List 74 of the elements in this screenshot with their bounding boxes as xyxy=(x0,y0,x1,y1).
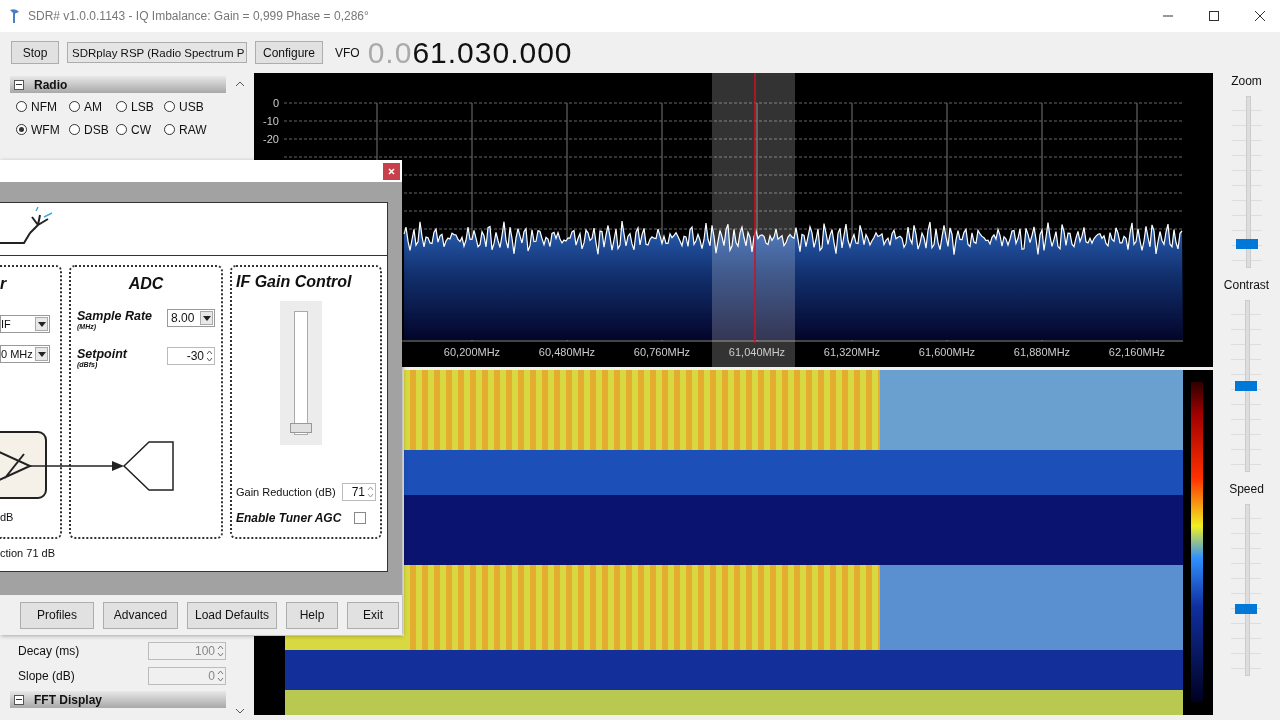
vfo-label: VFO xyxy=(335,45,360,60)
configure-button[interactable]: Configure xyxy=(255,41,323,64)
axis-label: 60,200MHz xyxy=(443,346,501,358)
slider-thumb[interactable] xyxy=(1235,604,1258,615)
mode-dropdown[interactable]: IF xyxy=(0,315,50,333)
caret-down-icon xyxy=(37,351,46,357)
field-label: Slope (dB) xyxy=(18,668,75,683)
gain-slider[interactable] xyxy=(280,301,322,445)
dialog-button[interactable]: Profiles xyxy=(20,601,94,629)
frequency-prefix: 0.0 xyxy=(367,35,413,69)
section-title: ADC xyxy=(128,275,164,294)
dialog-button[interactable]: Load Defaults xyxy=(187,601,277,629)
axis-label: -10 xyxy=(263,115,279,127)
close-icon[interactable] xyxy=(1254,10,1266,22)
mode-radio[interactable]: WFM xyxy=(16,122,69,137)
checkbox-label: Enable Tuner AGC xyxy=(236,511,342,525)
slider-thumb[interactable] xyxy=(290,422,312,433)
axis-label: 62,160MHz xyxy=(1108,346,1166,358)
slider-thumb[interactable] xyxy=(1235,238,1258,249)
mode-radio[interactable]: AM xyxy=(69,99,116,114)
field-label: Sample Rate xyxy=(77,309,153,323)
slider-label: Contrast xyxy=(1223,278,1270,294)
section-title: r xyxy=(0,275,8,294)
mode-radio[interactable]: CW xyxy=(116,122,164,137)
app-icon xyxy=(8,8,20,24)
device-dropdown[interactable]: SDRplay RSP (Radio Spectrum P xyxy=(67,42,247,63)
spin-arrows-icon xyxy=(217,643,224,658)
gain-reduction-field[interactable]: 71 xyxy=(342,483,376,501)
axis-label: 0 xyxy=(272,97,279,109)
close-button[interactable] xyxy=(383,162,400,180)
axis-label: 60,760MHz xyxy=(633,346,691,358)
close-icon xyxy=(388,167,395,175)
mode-radio[interactable]: LSB xyxy=(116,99,164,114)
field-label: Decay (ms) xyxy=(18,643,80,658)
slider-label: Zoom xyxy=(1231,74,1262,90)
setpoint-field[interactable]: -30 xyxy=(167,347,215,365)
collapse-icon[interactable] xyxy=(14,79,24,90)
slider-thumb[interactable] xyxy=(1235,381,1258,391)
mode-radio[interactable]: USB xyxy=(164,99,224,114)
slider-label: Speed xyxy=(1229,482,1264,498)
maximize-icon[interactable] xyxy=(1208,10,1220,22)
axis-label: 60,480MHz xyxy=(538,346,596,358)
axis-label: 61,040MHz xyxy=(728,346,786,358)
frequency-display[interactable]: 61.030.000 xyxy=(412,35,573,69)
gain-note: dB xyxy=(0,511,15,523)
dialog-button[interactable]: Help xyxy=(286,601,338,629)
axis-label: 61,320MHz xyxy=(823,346,881,358)
field-label: Gain Reduction (dB) xyxy=(236,486,336,498)
caret-down-icon xyxy=(202,315,211,321)
section-header[interactable]: FFT Display xyxy=(10,691,226,708)
status-text: ction 71 dB xyxy=(0,547,57,559)
axis-label: 61,880MHz xyxy=(1013,346,1071,358)
scroll-up-icon[interactable] xyxy=(235,81,245,87)
bandwidth-dropdown[interactable]: 0 MHz xyxy=(0,345,50,363)
dialog-button[interactable]: Exit xyxy=(347,601,399,629)
sample-rate-dropdown[interactable]: 8.00 xyxy=(167,309,215,327)
agc-checkbox[interactable] xyxy=(354,512,366,524)
window-title: SDR# v1.0.0.1143 - IQ Imbalance: Gain = 0,999 Phase = 0,286° xyxy=(28,9,369,23)
mode-radio[interactable]: RAW xyxy=(164,122,224,137)
caret-down-icon xyxy=(37,321,46,327)
collapse-icon[interactable] xyxy=(14,694,24,705)
spin-arrows-icon xyxy=(206,349,213,363)
mode-radio[interactable]: NFM xyxy=(16,99,69,114)
axis-label: -20 xyxy=(263,133,279,145)
mode-radio[interactable]: DSB xyxy=(69,122,116,137)
section-title: IF Gain Control xyxy=(236,273,352,292)
section-header[interactable]: Radio xyxy=(10,76,226,93)
spin-arrows-icon xyxy=(217,668,224,683)
field-label: Setpoint xyxy=(77,347,127,361)
scroll-down-icon[interactable] xyxy=(235,708,245,714)
stop-button[interactable]: Stop xyxy=(11,41,59,64)
dialog-button[interactable]: Advanced xyxy=(103,601,178,629)
spin-arrows-icon xyxy=(367,485,374,499)
axis-label: 61,600MHz xyxy=(918,346,976,358)
